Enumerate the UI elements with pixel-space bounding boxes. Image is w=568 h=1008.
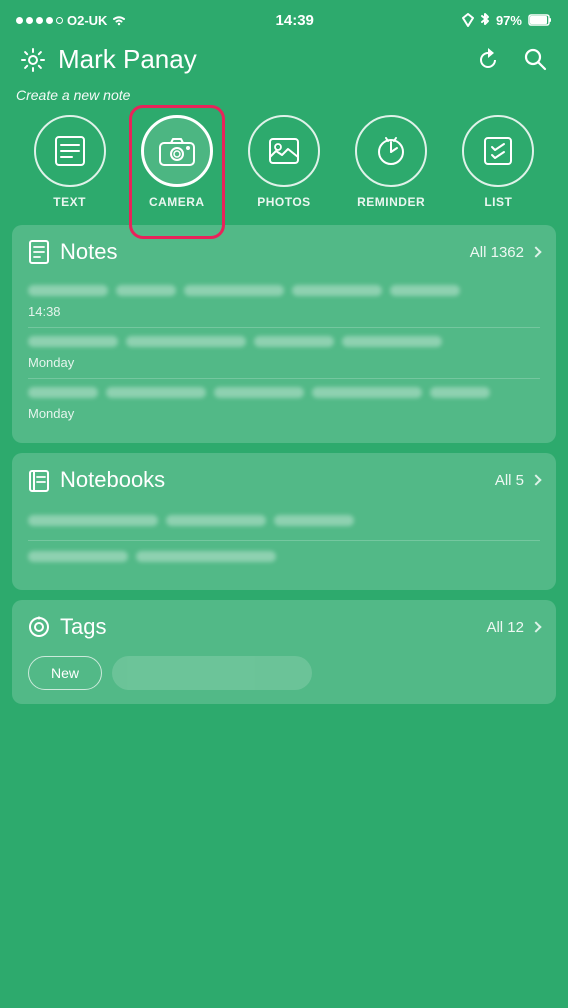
app-header: Mark Panay bbox=[0, 36, 568, 87]
note-row[interactable]: 14:38 bbox=[28, 277, 540, 328]
notebooks-title: Notebooks bbox=[60, 467, 165, 493]
list-icon bbox=[481, 134, 515, 168]
tags-title: Tags bbox=[60, 614, 106, 640]
bluetooth-icon bbox=[480, 13, 490, 27]
note-type-reminder[interactable]: REMINDER bbox=[355, 115, 427, 209]
notebook-row[interactable] bbox=[28, 541, 540, 576]
create-label: Create a new note bbox=[16, 87, 552, 103]
reminder-icon bbox=[374, 134, 408, 168]
note-timestamp: Monday bbox=[28, 406, 540, 421]
note-type-photos[interactable]: PHOTOS bbox=[248, 115, 320, 209]
tags-all[interactable]: All 12 bbox=[486, 619, 540, 636]
notebooks-card: Notebooks All 5 bbox=[12, 453, 556, 590]
tags-card: Tags All 12 New bbox=[12, 600, 556, 704]
tag-label bbox=[134, 664, 196, 680]
notes-chevron bbox=[530, 246, 541, 257]
reminder-label: REMINDER bbox=[357, 195, 425, 209]
photos-label: PHOTOS bbox=[257, 195, 310, 209]
tags-title-area: Tags bbox=[28, 614, 106, 640]
content-area: Notes All 1362 14:38 bbox=[0, 219, 568, 710]
note-types: TEXT CAMERA bbox=[16, 115, 552, 209]
notebooks-title-area: Notebooks bbox=[28, 467, 165, 493]
notes-card: Notes All 1362 14:38 bbox=[12, 225, 556, 443]
note-timestamp: 14:38 bbox=[28, 304, 540, 319]
note-timestamp: Monday bbox=[28, 355, 540, 370]
note-row[interactable]: Monday bbox=[28, 379, 540, 429]
status-time: 14:39 bbox=[276, 12, 314, 29]
text-circle bbox=[34, 115, 106, 187]
new-tag-pill[interactable]: New bbox=[28, 656, 102, 690]
reminder-circle bbox=[355, 115, 427, 187]
signal-dots bbox=[16, 17, 63, 24]
notes-title-area: Notes bbox=[28, 239, 117, 265]
notebook-row[interactable] bbox=[28, 505, 540, 541]
camera-icon bbox=[158, 135, 196, 167]
search-icon[interactable] bbox=[522, 46, 548, 72]
create-section: Create a new note TEXT bbox=[0, 87, 568, 219]
battery-icon bbox=[528, 14, 552, 26]
tag-pill[interactable] bbox=[112, 656, 312, 690]
tags-row: New bbox=[28, 652, 540, 690]
wifi-icon bbox=[111, 14, 127, 26]
tags-chevron bbox=[530, 621, 541, 632]
text-icon bbox=[52, 135, 88, 167]
note-type-text[interactable]: TEXT bbox=[34, 115, 106, 209]
battery-label: 97% bbox=[496, 13, 522, 28]
carrier-label: O2-UK bbox=[67, 13, 107, 28]
refresh-icon[interactable] bbox=[474, 46, 502, 74]
notes-header: Notes All 1362 bbox=[28, 239, 540, 265]
settings-icon[interactable] bbox=[20, 47, 46, 73]
notes-all[interactable]: All 1362 bbox=[470, 244, 540, 261]
camera-label: CAMERA bbox=[149, 195, 205, 209]
notebooks-chevron bbox=[530, 474, 541, 485]
notebooks-header: Notebooks All 5 bbox=[28, 467, 540, 493]
camera-circle bbox=[141, 115, 213, 187]
new-tag-label: New bbox=[51, 665, 79, 681]
notebooks-icon bbox=[28, 467, 50, 493]
text-label: TEXT bbox=[53, 195, 86, 209]
list-circle bbox=[462, 115, 534, 187]
photos-circle bbox=[248, 115, 320, 187]
photos-icon bbox=[266, 135, 302, 167]
location-icon bbox=[462, 13, 474, 27]
tags-header: Tags All 12 bbox=[28, 614, 540, 640]
list-label: LIST bbox=[484, 195, 512, 209]
header-icons bbox=[474, 46, 548, 74]
user-name: Mark Panay bbox=[58, 44, 197, 75]
notes-title: Notes bbox=[60, 239, 117, 265]
note-row[interactable]: Monday bbox=[28, 328, 540, 379]
notes-icon bbox=[28, 239, 50, 265]
tags-icon bbox=[28, 614, 50, 640]
status-bar: O2-UK 14:39 97% bbox=[0, 0, 568, 36]
header-left: Mark Panay bbox=[20, 44, 197, 75]
status-left: O2-UK bbox=[16, 13, 127, 28]
notebooks-all[interactable]: All 5 bbox=[495, 472, 540, 489]
note-type-camera[interactable]: CAMERA bbox=[141, 115, 213, 209]
status-right: 97% bbox=[462, 13, 552, 28]
note-type-list[interactable]: LIST bbox=[462, 115, 534, 209]
